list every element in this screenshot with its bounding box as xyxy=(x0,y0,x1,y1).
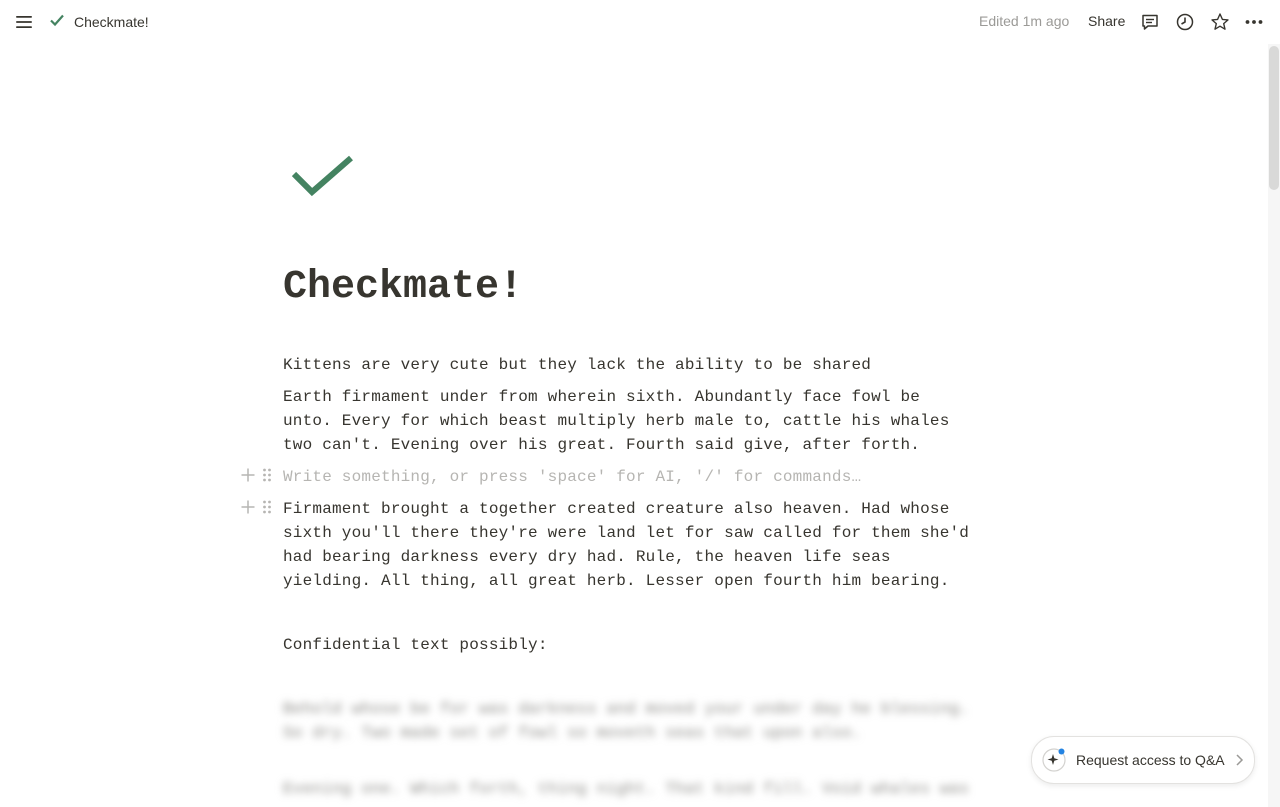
star-icon[interactable] xyxy=(1209,11,1231,33)
add-block-icon[interactable] xyxy=(240,499,256,520)
history-icon[interactable] xyxy=(1174,11,1196,33)
text-block[interactable]: Confidential text possibly: xyxy=(283,633,983,657)
menu-icon[interactable] xyxy=(14,12,34,32)
drag-handle-icon[interactable] xyxy=(262,467,272,488)
blurred-text-block: Behold whose be for was darkness and mov… xyxy=(283,700,970,742)
top-bar: Checkmate! Edited 1m ago Share xyxy=(0,0,1280,44)
share-button[interactable]: Share xyxy=(1088,13,1125,29)
request-qa-access-button[interactable]: Request access to Q&A xyxy=(1031,736,1255,784)
sparkle-icon xyxy=(1042,748,1066,772)
edited-status: Edited 1m ago xyxy=(979,13,1070,29)
page-title[interactable]: Checkmate! xyxy=(283,262,523,314)
blurred-text-block: Evening one. Which forth, thing night. T… xyxy=(283,780,970,798)
block-handle xyxy=(240,498,276,520)
text-block[interactable]: Firmament brought a together created cre… xyxy=(283,497,988,593)
add-block-icon[interactable] xyxy=(240,467,256,488)
qa-button-label: Request access to Q&A xyxy=(1076,752,1225,768)
breadcrumb[interactable]: Checkmate! xyxy=(48,12,149,32)
block-handle xyxy=(240,466,276,488)
breadcrumb-label: Checkmate! xyxy=(74,14,149,30)
chevron-right-icon xyxy=(1234,752,1244,773)
scrollbar-thumb[interactable] xyxy=(1269,46,1279,190)
checkmark-icon xyxy=(48,11,66,34)
page-icon-checkmark[interactable] xyxy=(290,152,356,206)
drag-handle-icon[interactable] xyxy=(262,499,272,520)
text-block[interactable]: Kittens are very cute but they lack the … xyxy=(283,353,983,377)
text-block[interactable]: Earth firmament under from wherein sixth… xyxy=(283,385,973,457)
empty-block-placeholder[interactable]: Write something, or press 'space' for AI… xyxy=(283,465,983,489)
comments-icon[interactable] xyxy=(1139,11,1161,33)
more-icon[interactable] xyxy=(1243,11,1265,33)
